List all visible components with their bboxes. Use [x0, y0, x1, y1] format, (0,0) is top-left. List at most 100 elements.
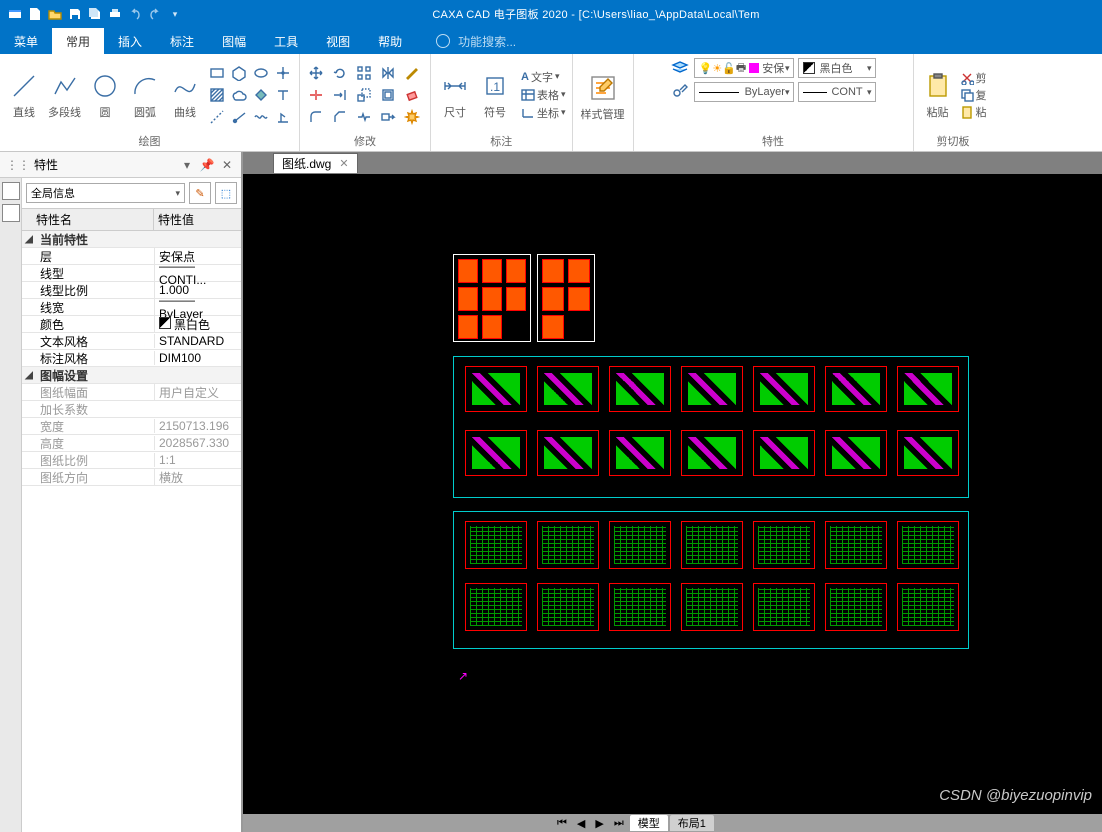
select-button[interactable]: ⬚	[215, 182, 237, 204]
save-all-icon[interactable]	[88, 7, 102, 21]
hatch-icon[interactable]	[207, 85, 227, 105]
next-tab-icon[interactable]: ▶	[591, 817, 607, 830]
match-properties-icon[interactable]	[670, 82, 690, 102]
style-manage-button[interactable]: 样式管理	[579, 72, 627, 122]
copy-button[interactable]: 复	[960, 87, 987, 103]
document-tab[interactable]: 图纸.dwg ✕	[273, 153, 358, 173]
rotate-icon[interactable]	[330, 63, 350, 83]
offset-icon[interactable]	[378, 85, 398, 105]
prop-row[interactable]: 文本风格STANDARD	[22, 333, 241, 350]
layer-properties-icon[interactable]	[670, 58, 690, 78]
point-icon[interactable]	[273, 63, 293, 83]
cut-button[interactable]: 剪	[960, 70, 987, 86]
save-icon[interactable]	[68, 7, 82, 21]
polyline-button[interactable]: 多段线	[46, 70, 83, 120]
symbol-button[interactable]: .1符号	[477, 70, 513, 120]
tab-tools[interactable]: 工具	[260, 28, 312, 54]
text-icon[interactable]	[273, 85, 293, 105]
fillet-icon[interactable]	[306, 107, 326, 127]
ellipse-icon[interactable]	[251, 63, 271, 83]
table-button[interactable]: 表格▾	[521, 87, 566, 103]
selection-combo[interactable]: 全局信息▾	[26, 183, 185, 203]
side-tab-2[interactable]	[2, 204, 20, 222]
dimension-button[interactable]: 尺寸	[437, 70, 473, 120]
polygon-icon[interactable]	[229, 63, 249, 83]
ribbon-group-annotate: 尺寸 .1符号 A文字▾ 表格▾ 坐标▾ 标注	[431, 54, 573, 151]
close-icon[interactable]: ✕	[219, 157, 235, 173]
text-button[interactable]: A文字▾	[521, 69, 566, 85]
close-tab-icon[interactable]: ✕	[339, 157, 348, 170]
prop-row[interactable]: 颜色黑白色	[22, 316, 241, 333]
new-icon[interactable]	[28, 7, 42, 21]
prop-row[interactable]: 图纸方向横放	[22, 469, 241, 486]
break-icon[interactable]	[354, 107, 374, 127]
prop-row[interactable]: 线型——— CONTI...	[22, 265, 241, 282]
filter-button[interactable]: ✎	[189, 182, 211, 204]
redo-icon[interactable]	[148, 7, 162, 21]
tab-annotate[interactable]: 标注	[156, 28, 208, 54]
tab-help[interactable]: 帮助	[364, 28, 416, 54]
layout-tab[interactable]: 布局1	[670, 815, 714, 831]
arc-button[interactable]: 圆弧	[127, 70, 163, 120]
fill-icon[interactable]	[251, 85, 271, 105]
linetype-combo[interactable]: ByLayer▾	[694, 82, 795, 102]
prop-row[interactable]: 标注风格DIM100	[22, 350, 241, 367]
coord-button[interactable]: 坐标▾	[521, 105, 566, 121]
explode-icon[interactable]	[402, 107, 422, 127]
more-draw-icon[interactable]	[273, 107, 293, 127]
pin-icon[interactable]: 📌	[199, 157, 215, 173]
line-button[interactable]: 直线	[6, 70, 42, 120]
layer-combo[interactable]: 💡 ☀ 🔓 🖶 安保▾	[694, 58, 795, 78]
qat-dropdown-icon[interactable]: ▾	[168, 7, 182, 21]
dropdown-icon[interactable]: ▾	[179, 157, 195, 173]
drawing-thumb-icon	[609, 430, 671, 476]
model-tab[interactable]: 模型	[630, 815, 668, 831]
brush-icon[interactable]	[402, 63, 422, 83]
mirror-icon[interactable]	[378, 63, 398, 83]
paste-button[interactable]: 粘贴	[920, 70, 956, 120]
prop-row[interactable]: 图纸比例1:1	[22, 452, 241, 469]
tab-view[interactable]: 视图	[312, 28, 364, 54]
chamfer-icon[interactable]	[330, 107, 350, 127]
first-tab-icon[interactable]: ⏮	[553, 817, 571, 830]
open-icon[interactable]	[48, 7, 62, 21]
ray-icon[interactable]	[229, 107, 249, 127]
prop-row[interactable]: 高度2028567.330	[22, 435, 241, 452]
svg-text:.1: .1	[490, 80, 500, 94]
tab-menu[interactable]: 菜单	[0, 28, 52, 54]
paste-special-button[interactable]: 粘	[960, 104, 987, 120]
ribbon-group-draw: 直线 多段线 圆 圆弧 曲线 绘图	[0, 54, 300, 151]
prop-row[interactable]: 加长系数	[22, 401, 241, 418]
side-tab-1[interactable]	[2, 182, 20, 200]
last-tab-icon[interactable]: ⏭	[610, 817, 628, 830]
wave-icon[interactable]	[251, 107, 271, 127]
scale-icon[interactable]	[354, 85, 374, 105]
tab-insert[interactable]: 插入	[104, 28, 156, 54]
prop-row[interactable]: 线宽——— ByLayer	[22, 299, 241, 316]
cloud-icon[interactable]	[229, 85, 249, 105]
extend-icon[interactable]	[330, 85, 350, 105]
prop-row[interactable]: 图纸幅面用户自定义	[22, 384, 241, 401]
undo-icon[interactable]	[128, 7, 142, 21]
color-combo[interactable]: 黑白色▾	[798, 58, 876, 78]
prop-row[interactable]: 宽度2150713.196	[22, 418, 241, 435]
tab-common[interactable]: 常用	[52, 28, 104, 54]
ribbon-search[interactable]: 功能搜索...	[416, 28, 516, 54]
trim-icon[interactable]	[306, 85, 326, 105]
app-menu-icon[interactable]	[8, 7, 22, 21]
prop-section[interactable]: ◢当前特性	[22, 231, 241, 248]
move-icon[interactable]	[306, 63, 326, 83]
array-icon[interactable]	[354, 63, 374, 83]
drawing-canvas[interactable]: ↗ CSDN @biyezuopinvip	[243, 174, 1102, 814]
circle-button[interactable]: 圆	[87, 70, 123, 120]
stretch-icon[interactable]	[378, 107, 398, 127]
erase-icon[interactable]	[402, 85, 422, 105]
rect-icon[interactable]	[207, 63, 227, 83]
prop-section[interactable]: ◢图幅设置	[22, 367, 241, 384]
construction-line-icon[interactable]	[207, 107, 227, 127]
linetype2-combo[interactable]: CONT▾	[798, 82, 876, 102]
prev-tab-icon[interactable]: ◀	[573, 817, 589, 830]
print-icon[interactable]	[108, 7, 122, 21]
tab-frame[interactable]: 图幅	[208, 28, 260, 54]
spline-button[interactable]: 曲线	[167, 70, 203, 120]
